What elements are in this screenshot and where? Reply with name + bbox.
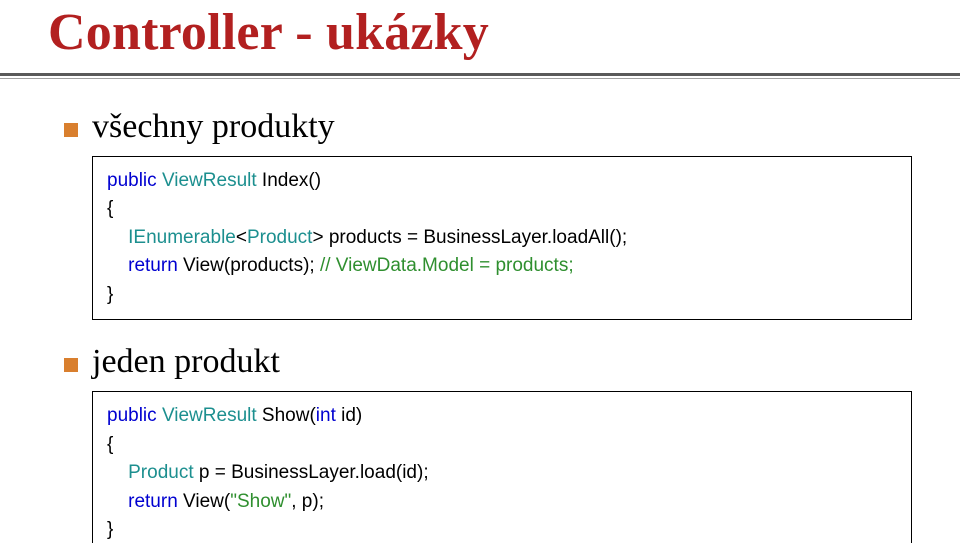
code-token: public	[107, 405, 157, 426]
code-token: Index()	[257, 170, 321, 191]
code-indent	[107, 491, 128, 512]
code-indent	[107, 227, 128, 248]
code-indent	[107, 255, 128, 276]
code-token: View(products);	[178, 255, 320, 276]
slide-title: Controller - ukázky	[48, 4, 912, 61]
code-token: Product	[128, 462, 193, 483]
code-token: public	[107, 170, 157, 191]
content-area: všechny produkty public ViewResult Index…	[0, 79, 960, 543]
code-token: return	[128, 255, 178, 276]
underline-thick	[0, 73, 960, 76]
code-token: IEnumerable	[128, 227, 236, 248]
code-token: return	[128, 491, 178, 512]
code-block-all-products: public ViewResult Index() { IEnumerable<…	[92, 156, 912, 321]
code-token: View(	[178, 491, 230, 512]
code-token: }	[107, 284, 113, 305]
code-token: Show(	[257, 405, 316, 426]
code-token: , p);	[291, 491, 324, 512]
bullet-text-all-products: všechny produkty	[92, 107, 335, 148]
bullet-item: jeden produkt	[64, 342, 912, 383]
code-token: ViewResult	[162, 170, 257, 191]
title-underline	[0, 73, 960, 79]
code-token: ViewResult	[162, 405, 257, 426]
bullet-icon	[64, 123, 78, 137]
code-token: > products = BusinessLayer.loadAll();	[312, 227, 627, 248]
code-token: Product	[247, 227, 312, 248]
bullet-text-one-product: jeden produkt	[92, 342, 280, 383]
code-token: <	[236, 227, 247, 248]
code-token: }	[107, 519, 113, 540]
code-token: {	[107, 434, 113, 455]
slide: Controller - ukázky všechny produkty pub…	[0, 0, 960, 543]
code-token: p = BusinessLayer.load(id);	[194, 462, 429, 483]
bullet-item: všechny produkty	[64, 107, 912, 148]
code-indent	[107, 462, 128, 483]
code-comment: // ViewData.Model = products;	[320, 255, 574, 276]
code-token: {	[107, 198, 113, 219]
title-text: Controller - ukázky	[48, 4, 489, 61]
underline-thin	[0, 78, 960, 79]
code-token: int	[316, 405, 336, 426]
code-string: "Show"	[230, 491, 291, 512]
bullet-icon	[64, 358, 78, 372]
title-area: Controller - ukázky	[0, 0, 960, 61]
code-token: id)	[336, 405, 362, 426]
code-block-one-product: public ViewResult Show(int id) { Product…	[92, 391, 912, 543]
